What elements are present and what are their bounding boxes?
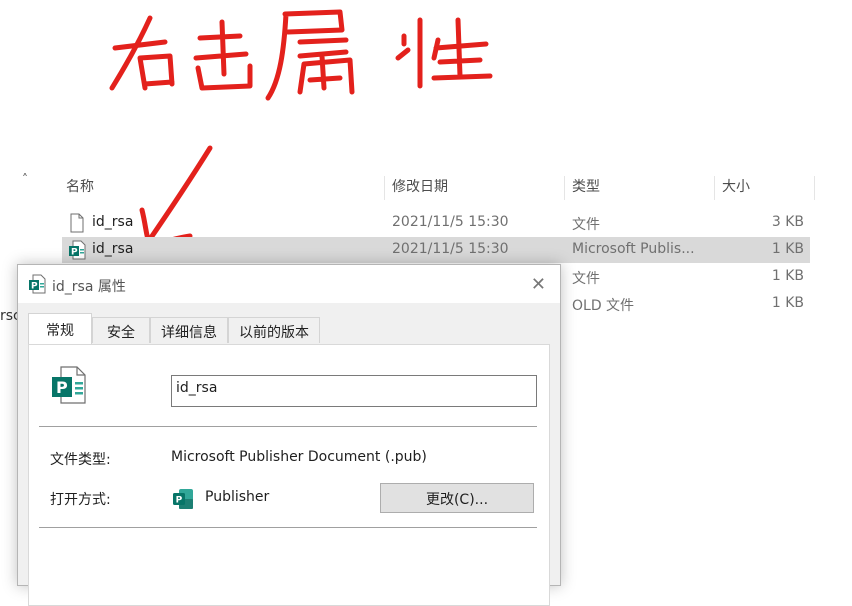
divider — [39, 426, 537, 427]
properties-dialog: P id_rsa 属性 ✕ 常规 安全 详细信息 以前的版本 P id_rsa … — [17, 264, 561, 606]
change-button[interactable]: 更改(C)... — [380, 483, 534, 513]
blank-file-icon — [70, 213, 84, 233]
file-name-input[interactable]: id_rsa — [171, 375, 537, 407]
file-type-value: Microsoft Publisher Document (.pub) — [171, 449, 427, 465]
file-size: 1 KB — [771, 241, 804, 257]
file-type: 文件 — [572, 217, 600, 233]
divider — [39, 527, 537, 528]
dialog-titlebar[interactable]: P id_rsa 属性 ✕ — [18, 265, 560, 303]
column-divider — [814, 176, 815, 200]
file-size: 1 KB — [771, 268, 804, 284]
file-type: OLD 文件 — [572, 298, 635, 314]
tab-previous-versions[interactable]: 以前的版本 — [228, 317, 320, 343]
file-name: id_rsa — [92, 214, 134, 230]
column-header-name[interactable]: 名称 — [66, 176, 94, 196]
dialog-title: id_rsa 属性 — [52, 279, 126, 295]
scroll-up-icon[interactable]: ˄ — [22, 172, 28, 186]
tab-details[interactable]: 详细信息 — [150, 317, 228, 343]
column-divider — [384, 176, 385, 200]
svg-text:P: P — [176, 496, 183, 506]
tab-general[interactable]: 常规 — [28, 313, 92, 345]
svg-text:P: P — [56, 378, 68, 397]
file-size: 1 KB — [771, 295, 804, 311]
file-size: 3 KB — [771, 214, 804, 230]
publisher-file-icon: P — [69, 240, 86, 260]
close-icon[interactable]: ✕ — [531, 274, 546, 295]
file-name: id_rsa — [92, 241, 134, 257]
open-with-app: Publisher — [205, 489, 270, 505]
file-type: Microsoft Publis... — [572, 241, 695, 257]
column-divider — [714, 176, 715, 200]
publisher-file-icon: P — [29, 274, 46, 294]
file-date: 2021/11/5 15:30 — [392, 214, 509, 230]
file-type: 文件 — [572, 271, 600, 287]
open-with-label: 打开方式: — [50, 492, 111, 508]
tab-security[interactable]: 安全 — [92, 317, 150, 343]
column-header-size[interactable]: 大小 — [722, 176, 750, 196]
svg-text:P: P — [71, 248, 78, 258]
file-type-label: 文件类型: — [50, 452, 111, 468]
file-date: 2021/11/5 15:30 — [392, 241, 509, 257]
file-row[interactable]: id_rsa 2021/11/5 15:30 文件 3 KB — [62, 210, 810, 236]
column-divider — [564, 176, 565, 200]
column-header-type[interactable]: 类型 — [572, 176, 600, 196]
file-row-selected[interactable]: P id_rsa 2021/11/5 15:30 Microsoft Publi… — [62, 237, 810, 263]
column-header-date[interactable]: 修改日期 — [392, 176, 448, 196]
svg-text:P: P — [31, 282, 38, 292]
general-panel: P id_rsa 文件类型: Microsoft Publisher Docum… — [28, 344, 550, 606]
publisher-document-icon: P — [52, 366, 86, 404]
publisher-app-icon: P — [173, 489, 193, 509]
